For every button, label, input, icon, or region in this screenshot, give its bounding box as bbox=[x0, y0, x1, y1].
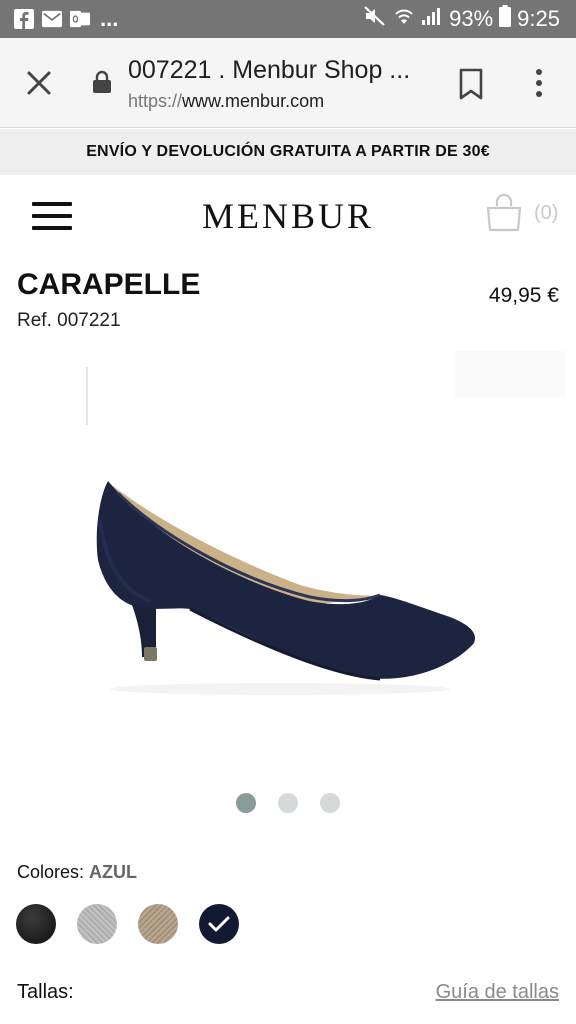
pagination-dot[interactable] bbox=[320, 793, 340, 813]
mail-icon bbox=[42, 9, 62, 29]
size-guide-link[interactable]: Guía de tallas bbox=[436, 981, 559, 1004]
color-swatch-black[interactable] bbox=[16, 904, 56, 944]
browser-toolbar: 007221 . Menbur Shop ... https://www.men… bbox=[0, 38, 576, 128]
sizes-label: Tallas: bbox=[17, 981, 74, 1003]
mute-icon bbox=[363, 5, 387, 33]
color-swatch-navy[interactable] bbox=[199, 904, 239, 944]
product-price: 49,95 € bbox=[488, 284, 559, 307]
pagination-dot[interactable] bbox=[278, 793, 298, 813]
site-header: MENBUR (0) bbox=[0, 175, 576, 255]
product-image-gallery[interactable] bbox=[0, 345, 576, 775]
lock-icon[interactable] bbox=[92, 70, 112, 94]
system-icons: 93% 9:25 bbox=[363, 5, 560, 33]
url-bar[interactable]: https://www.menbur.com bbox=[128, 91, 324, 112]
color-swatches bbox=[16, 904, 239, 944]
battery-icon bbox=[499, 5, 512, 33]
product-name: CARAPELLE bbox=[17, 268, 201, 301]
color-swatch-grey[interactable] bbox=[77, 904, 117, 944]
url-scheme: https:// bbox=[128, 91, 183, 111]
more-notifications: ... bbox=[100, 6, 119, 31]
colors-label-text: Colores: bbox=[17, 862, 85, 882]
clock: 9:25 bbox=[517, 6, 560, 31]
selected-color: AZUL bbox=[89, 862, 138, 882]
colors-label: Colores: AZUL bbox=[17, 862, 137, 883]
more-options-icon[interactable] bbox=[526, 66, 552, 100]
bookmark-icon[interactable] bbox=[458, 68, 484, 100]
facebook-icon bbox=[14, 9, 34, 29]
color-swatch-beige[interactable] bbox=[138, 904, 178, 944]
battery-percent: 93% bbox=[449, 6, 494, 31]
url-host: www.menbur.com bbox=[182, 91, 325, 111]
shopping-bag-icon[interactable] bbox=[484, 193, 524, 233]
signal-icon bbox=[421, 6, 443, 32]
notification-icons: ... bbox=[14, 8, 118, 30]
image-pagination bbox=[0, 793, 576, 813]
status-bar: ... 93% 9:25 bbox=[0, 0, 576, 38]
outlook-icon bbox=[70, 9, 90, 29]
checkmark-icon bbox=[208, 916, 230, 932]
shoe-image bbox=[86, 351, 565, 695]
promo-banner: ENVÍO Y DEVOLUCIÓN GRATUITA A PARTIR DE … bbox=[0, 129, 576, 175]
page-title[interactable]: 007221 . Menbur Shop ... bbox=[128, 56, 428, 85]
product-reference: Ref. 007221 bbox=[17, 310, 121, 331]
pagination-dot[interactable] bbox=[236, 793, 256, 813]
cart-count[interactable]: (0) bbox=[534, 202, 558, 225]
close-tab-icon[interactable] bbox=[22, 66, 56, 100]
wifi-icon bbox=[393, 6, 415, 32]
